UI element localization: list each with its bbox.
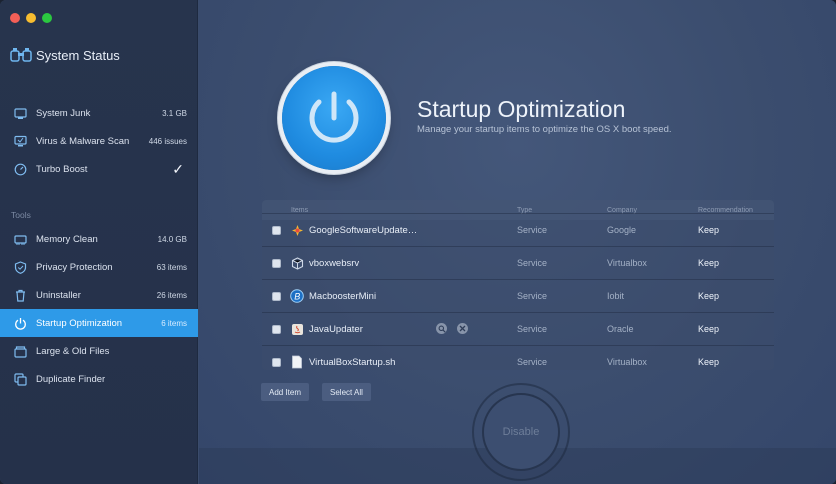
page-title: Startup Optimization bbox=[417, 96, 626, 122]
checkmark-icon: ✓ bbox=[172, 160, 184, 177]
sidebar-item-memory-clean[interactable]: Memory Clean 14.0 GB bbox=[0, 225, 198, 253]
item-company: Virtualbox bbox=[607, 258, 647, 268]
item-name: vboxwebsrv bbox=[309, 258, 360, 269]
remove-icon[interactable] bbox=[457, 323, 468, 334]
binoculars-icon bbox=[10, 47, 32, 63]
sidebar-item-label: Large & Old Files bbox=[36, 345, 110, 357]
startup-items-table: Items Type Company Recommendation Google… bbox=[262, 200, 774, 370]
sidebar-item-value: 6 items bbox=[161, 318, 187, 328]
sidebar-item-label: Turbo Boost bbox=[36, 163, 88, 175]
sidebar-item-label: Uninstaller bbox=[36, 289, 81, 301]
duplicate-icon bbox=[13, 372, 27, 386]
monitor-icon bbox=[13, 134, 27, 148]
disable-button[interactable]: Disable bbox=[482, 393, 560, 471]
sidebar-item-value: 26 items bbox=[156, 290, 187, 300]
add-item-button[interactable]: Add Item bbox=[261, 383, 310, 401]
system-status-header[interactable]: System Status bbox=[10, 47, 120, 63]
sidebar-item-startup-optimization[interactable]: Startup Optimization 6 items bbox=[0, 309, 198, 337]
item-company: Google bbox=[607, 225, 637, 235]
item-company: Oracle bbox=[607, 324, 634, 334]
item-type: Service bbox=[517, 291, 548, 301]
item-recommendation: Keep bbox=[698, 225, 720, 235]
item-name: MacboosterMini bbox=[309, 291, 377, 302]
speedometer-icon bbox=[13, 162, 27, 176]
close-window-button[interactable] bbox=[10, 13, 20, 23]
table-row[interactable]: VirtualBoxStartup.sh Service Virtualbox … bbox=[262, 345, 774, 370]
sidebar-item-system-junk[interactable]: System Junk 3.1 GB bbox=[0, 99, 198, 127]
item-type: Service bbox=[517, 258, 548, 268]
item-recommendation: Keep bbox=[698, 357, 720, 367]
item-name: VirtualBoxStartup.sh bbox=[309, 357, 396, 368]
item-type: Service bbox=[517, 324, 548, 334]
row-checkbox[interactable] bbox=[272, 292, 281, 301]
sidebar-item-value: 3.1 GB bbox=[162, 108, 187, 118]
sidebar-item-large-old-files[interactable]: Large & Old Files bbox=[0, 337, 198, 365]
app-window: System Status System Junk 3.1 GB Virus &… bbox=[0, 0, 836, 484]
item-company: Iobit bbox=[607, 291, 625, 301]
tools-section-label: Tools bbox=[11, 210, 31, 220]
trash-icon bbox=[13, 288, 27, 302]
memory-icon bbox=[13, 232, 27, 246]
power-icon bbox=[13, 316, 27, 330]
row-checkbox[interactable] bbox=[272, 259, 281, 268]
disable-button-ring: Disable bbox=[472, 383, 570, 481]
item-name: GoogleSoftwareUpdate… bbox=[309, 225, 418, 236]
sidebar-item-uninstaller[interactable]: Uninstaller 26 items bbox=[0, 281, 198, 309]
table-row[interactable]: B MacboosterMini Service Iobit Keep bbox=[262, 279, 774, 312]
item-name: JavaUpdater bbox=[309, 324, 363, 335]
files-icon bbox=[13, 344, 27, 358]
sidebar: System Status System Junk 3.1 GB Virus &… bbox=[0, 0, 198, 484]
item-company: Virtualbox bbox=[607, 357, 647, 367]
table-row[interactable]: GoogleSoftwareUpdate… Service Google Kee… bbox=[262, 213, 774, 246]
table-row[interactable]: JavaUpdater Service Oracle Keep bbox=[262, 312, 774, 345]
sidebar-item-turbo-boost[interactable]: Turbo Boost ✓ bbox=[0, 155, 198, 183]
page-subtitle: Manage your startup items to optimize th… bbox=[417, 124, 672, 135]
sidebar-item-label: Virus & Malware Scan bbox=[36, 135, 130, 147]
row-checkbox[interactable] bbox=[272, 325, 281, 334]
main-panel: Startup Optimization Manage your startup… bbox=[199, 0, 836, 484]
sidebar-item-label: Privacy Protection bbox=[36, 261, 113, 273]
sidebar-item-virus-scan[interactable]: Virus & Malware Scan 446 issues bbox=[0, 127, 198, 155]
power-icon bbox=[282, 66, 386, 170]
item-recommendation: Keep bbox=[698, 258, 720, 268]
virtualbox-icon bbox=[290, 256, 304, 270]
row-checkbox[interactable] bbox=[272, 358, 281, 367]
junk-icon bbox=[13, 106, 27, 120]
sidebar-item-duplicate-finder[interactable]: Duplicate Finder bbox=[0, 365, 198, 393]
sidebar-item-label: System Junk bbox=[36, 107, 91, 119]
macbooster-icon: B bbox=[290, 289, 304, 303]
java-icon bbox=[290, 322, 304, 336]
document-icon bbox=[290, 355, 304, 369]
sidebar-item-privacy-protection[interactable]: Privacy Protection 63 items bbox=[0, 253, 198, 281]
zoom-window-button[interactable] bbox=[42, 13, 52, 23]
sidebar-item-label: Startup Optimization bbox=[36, 317, 123, 329]
window-controls bbox=[10, 13, 52, 23]
google-update-icon bbox=[290, 223, 304, 237]
svg-text:B: B bbox=[294, 291, 300, 301]
item-type: Service bbox=[517, 357, 548, 367]
item-recommendation: Keep bbox=[698, 291, 720, 301]
magnifier-icon[interactable] bbox=[436, 323, 447, 334]
sidebar-item-value: 14.0 GB bbox=[157, 234, 187, 244]
brand-label: System Status bbox=[36, 47, 120, 63]
select-all-button[interactable]: Select All bbox=[322, 383, 371, 401]
item-recommendation: Keep bbox=[698, 324, 720, 334]
row-checkbox[interactable] bbox=[272, 226, 281, 235]
sidebar-item-value: 63 items bbox=[156, 262, 187, 272]
sidebar-item-value: 446 issues bbox=[148, 136, 187, 146]
sidebar-item-label: Memory Clean bbox=[36, 233, 98, 245]
table-row[interactable]: vboxwebsrv Service Virtualbox Keep bbox=[262, 246, 774, 279]
shield-icon bbox=[13, 260, 27, 274]
item-type: Service bbox=[517, 225, 548, 235]
minimize-window-button[interactable] bbox=[26, 13, 36, 23]
sidebar-item-label: Duplicate Finder bbox=[36, 373, 106, 385]
